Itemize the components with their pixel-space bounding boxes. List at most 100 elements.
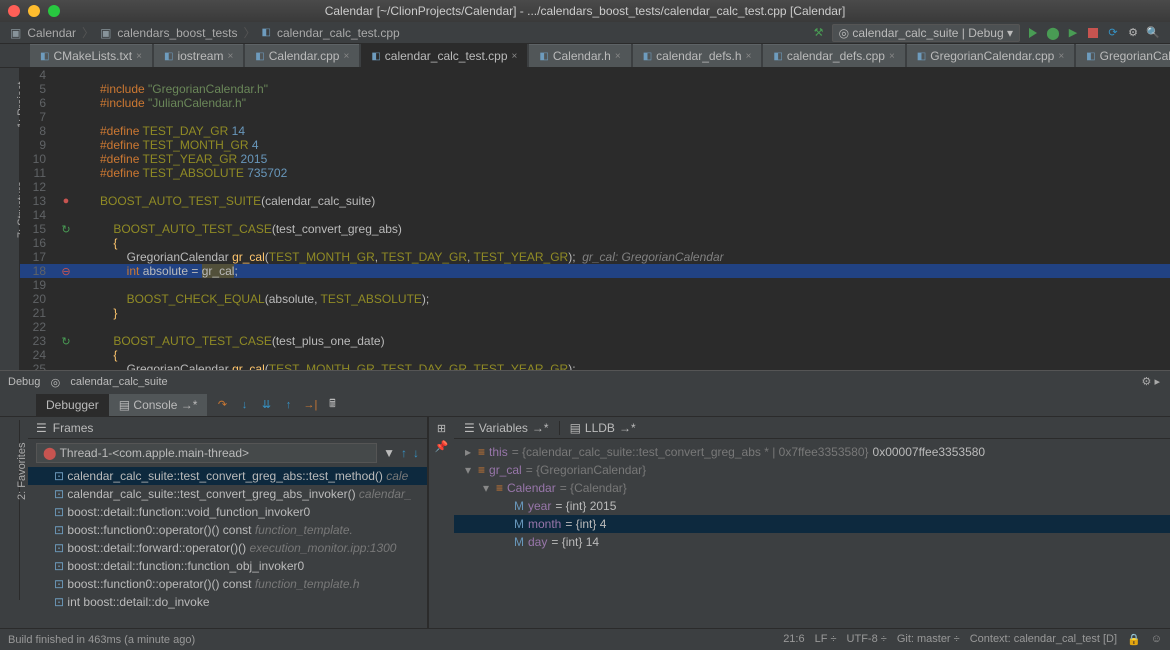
restore-layout-icon[interactable]: ⊞ bbox=[435, 421, 449, 435]
file-icon: ◧ bbox=[255, 51, 264, 62]
breadcrumb-root[interactable]: Calendar bbox=[27, 26, 76, 40]
code-editor[interactable]: 45#include "GregorianCalendar.h"6#includ… bbox=[20, 68, 1170, 370]
chevron-down-icon[interactable]: ▼ bbox=[383, 446, 395, 460]
search-icon[interactable]: 🔍 bbox=[1146, 26, 1160, 40]
var-gr-cal[interactable]: ▾≡ gr_cal = {GregorianCalendar} bbox=[454, 461, 1170, 479]
force-step-into-icon[interactable]: ⇊ bbox=[259, 398, 273, 412]
var-month[interactable]: M month = {int} 4 bbox=[454, 515, 1170, 533]
window-title: Calendar [~/ClionProjects/Calendar] - ..… bbox=[0, 4, 1170, 18]
step-into-icon[interactable]: ↓ bbox=[237, 398, 251, 412]
editor-tab[interactable]: ◧GregorianCalendar.cpp× bbox=[907, 44, 1074, 67]
tab-console[interactable]: ▤ Console →* bbox=[109, 394, 208, 416]
run-config-dropdown[interactable]: ◎ calendar_calc_suite | Debug ▾ bbox=[832, 24, 1020, 42]
stack-frame[interactable]: ⊡ calendar_calc_suite::test_convert_greg… bbox=[28, 485, 427, 503]
run-gutter-icon: ↻ bbox=[59, 334, 73, 348]
close-tab-icon[interactable]: × bbox=[746, 51, 752, 62]
editor-tab[interactable]: ◧calendar_calc_test.cpp× bbox=[361, 44, 527, 67]
stack-frame[interactable]: ⊡ boost::function0::operator()() const f… bbox=[28, 521, 427, 539]
lock-icon[interactable]: 🔒 bbox=[1127, 633, 1141, 646]
stack-frame[interactable]: ⊡ boost::detail::function::void_function… bbox=[28, 503, 427, 521]
stack-frame[interactable]: ⊡ calendar_calc_suite::test_convert_greg… bbox=[28, 467, 427, 485]
navigation-bar: ▣ Calendar 〉 ▣ calendars_boost_tests 〉 ◧… bbox=[0, 22, 1170, 44]
stack-frame[interactable]: ⊡ boost::function0::operator()() const f… bbox=[28, 575, 427, 593]
hammer-icon[interactable]: ⚒ bbox=[812, 26, 826, 40]
file-icon: ◧ bbox=[371, 51, 380, 62]
maximize-icon[interactable] bbox=[48, 5, 60, 17]
left-tool-sidebar-lower: 2: Favorites bbox=[0, 420, 20, 600]
debug-header: Debug ◎ calendar_calc_suite ⚙ ▸ bbox=[0, 371, 1170, 393]
editor-tab[interactable]: ◧Calendar.h× bbox=[529, 44, 630, 67]
file-icon: ◧ bbox=[539, 51, 548, 62]
var-year[interactable]: M year = {int} 2015 bbox=[454, 497, 1170, 515]
evaluate-icon[interactable]: 🖩 bbox=[325, 398, 339, 412]
run-to-cursor-icon[interactable]: →| bbox=[303, 398, 317, 412]
stack-frame[interactable]: ⊡ boost::detail::function::function_obj_… bbox=[28, 557, 427, 575]
debug-icon[interactable]: ⬤ bbox=[1046, 26, 1060, 40]
close-tab-icon[interactable]: × bbox=[227, 51, 233, 62]
frames-icon: ☰ bbox=[36, 421, 47, 435]
settings-icon[interactable]: ⚙ bbox=[1126, 26, 1140, 40]
editor-tab[interactable]: ◧calendar_defs.cpp× bbox=[763, 44, 904, 67]
editor-tab[interactable]: ◧Calendar.cpp× bbox=[245, 44, 359, 67]
pin-icon[interactable]: 📌 bbox=[435, 439, 449, 453]
run-with-coverage-icon[interactable]: ▶ bbox=[1066, 26, 1080, 40]
close-icon[interactable] bbox=[8, 5, 20, 17]
editor-tab[interactable]: ◧calendar_defs.h× bbox=[633, 44, 762, 67]
context[interactable]: Context: calendar_cal_test [D] bbox=[970, 633, 1117, 646]
chevron-down-icon: ▾ bbox=[1007, 26, 1013, 40]
step-over-icon[interactable]: ↷ bbox=[215, 398, 229, 412]
variables-column: ☰Variables →* ▤LLDB →* ▸≡ this = {calend… bbox=[454, 417, 1170, 628]
next-frame-icon[interactable]: ↓ bbox=[413, 446, 419, 460]
step-out-icon[interactable]: ↑ bbox=[281, 398, 295, 412]
status-message: Build finished in 463ms (a minute ago) bbox=[8, 634, 195, 646]
close-tab-icon[interactable]: × bbox=[889, 51, 895, 62]
encoding[interactable]: UTF-8 ÷ bbox=[847, 633, 887, 646]
stack-frame[interactable]: ⊡ int boost::detail::do_invoke bbox=[28, 593, 427, 611]
frames-right-gutter: ⊞ 📌 bbox=[428, 417, 454, 628]
frame-list[interactable]: ⊡ calendar_calc_suite::test_convert_greg… bbox=[28, 467, 427, 628]
thread-dropdown[interactable]: ⬤ Thread-1-<com.apple.main-thread> bbox=[36, 443, 377, 463]
breadcrumb-file[interactable]: calendar_calc_test.cpp bbox=[277, 26, 400, 40]
vars-icon: ☰ bbox=[464, 421, 475, 435]
favorites-tool[interactable]: 2: Favorites bbox=[16, 443, 28, 500]
editor-tab[interactable]: ◧iostream× bbox=[154, 44, 243, 67]
tab-debugger[interactable]: Debugger bbox=[36, 394, 109, 416]
editor-tabs: ◧CMakeLists.txt×◧iostream×◧Calendar.cpp×… bbox=[0, 44, 1170, 68]
stack-frame[interactable]: ⊡ boost::detail::forward::operator()() e… bbox=[28, 539, 427, 557]
thread-selector-row: ⬤ Thread-1-<com.apple.main-thread> ▼ ↑ ↓ bbox=[28, 439, 427, 467]
close-tab-icon[interactable]: × bbox=[615, 51, 621, 62]
editor-tab[interactable]: ◧GregorianCalendar.h× bbox=[1076, 44, 1170, 67]
minimize-icon[interactable] bbox=[28, 5, 40, 17]
thread-icon: ⬤ bbox=[43, 446, 56, 460]
close-tab-icon[interactable]: × bbox=[343, 51, 349, 62]
close-tab-icon[interactable]: × bbox=[512, 51, 518, 62]
debug-target-icon: ◎ bbox=[48, 375, 62, 389]
update-icon[interactable]: ⟳ bbox=[1106, 26, 1120, 40]
folder-icon: ▣ bbox=[10, 26, 21, 40]
close-tab-icon[interactable]: × bbox=[1058, 51, 1064, 62]
folder-icon: ▣ bbox=[100, 26, 111, 40]
left-tool-sidebar: 1: Project 7: Structure bbox=[0, 68, 20, 370]
cursor-position[interactable]: 21:6 bbox=[783, 633, 804, 646]
window-controls bbox=[8, 5, 60, 17]
line-ending[interactable]: LF ÷ bbox=[815, 633, 837, 646]
close-tab-icon[interactable]: × bbox=[136, 51, 142, 62]
git-branch[interactable]: Git: master ÷ bbox=[897, 633, 960, 646]
run-icon[interactable] bbox=[1026, 26, 1040, 40]
titlebar: Calendar [~/ClionProjects/Calendar] - ..… bbox=[0, 0, 1170, 22]
file-icon: ◧ bbox=[1086, 51, 1095, 62]
variables-tree[interactable]: ▸≡ this = {calendar_calc_suite::test_con… bbox=[454, 439, 1170, 628]
var-calendar[interactable]: ▾≡ Calendar = {Calendar} bbox=[454, 479, 1170, 497]
cpp-file-icon: ◧ bbox=[262, 27, 271, 38]
breadcrumb-folder[interactable]: calendars_boost_tests bbox=[117, 26, 237, 40]
var-this[interactable]: ▸≡ this = {calendar_calc_suite::test_con… bbox=[454, 443, 1170, 461]
prev-frame-icon[interactable]: ↑ bbox=[401, 446, 407, 460]
var-day[interactable]: M day = {int} 14 bbox=[454, 533, 1170, 551]
run-gutter-icon: ↻ bbox=[59, 222, 73, 236]
gear-icon[interactable]: ⚙ ▸ bbox=[1142, 375, 1160, 388]
hector-icon[interactable]: ☺ bbox=[1151, 633, 1162, 646]
file-icon: ◧ bbox=[917, 51, 926, 62]
file-icon: ◧ bbox=[643, 51, 652, 62]
stop-icon[interactable] bbox=[1086, 26, 1100, 40]
editor-tab[interactable]: ◧CMakeLists.txt× bbox=[30, 44, 152, 67]
